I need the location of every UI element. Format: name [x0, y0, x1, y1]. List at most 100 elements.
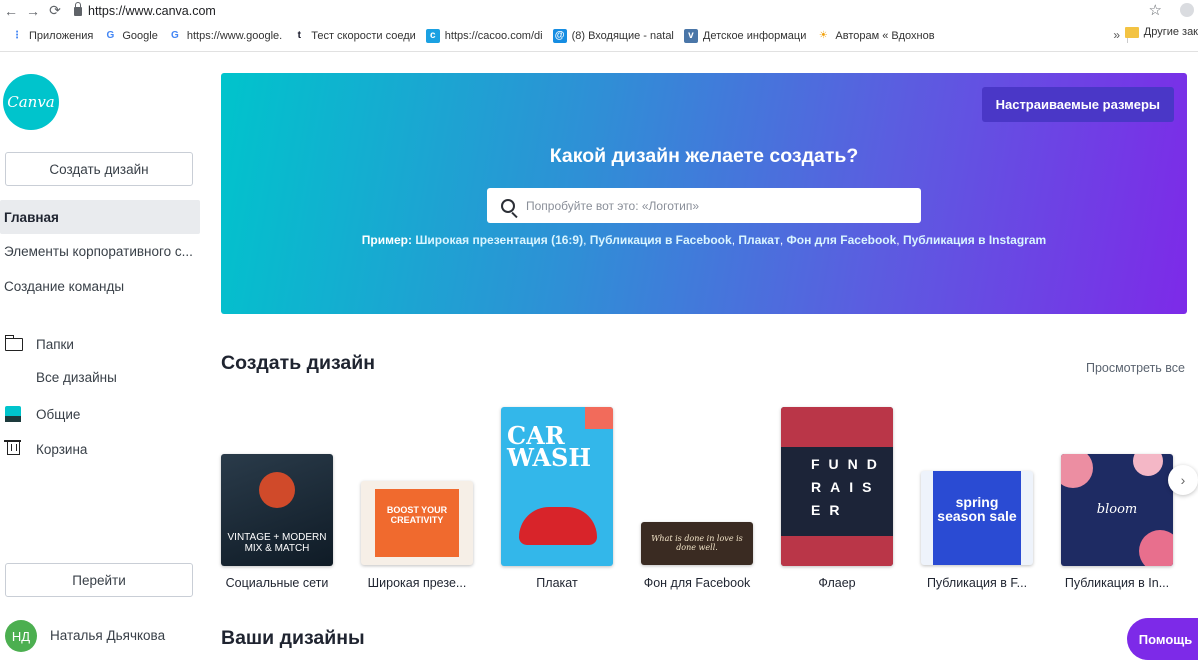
- reload-icon[interactable]: ⟳: [44, 2, 66, 19]
- sun-icon: ☀: [816, 29, 831, 43]
- speedtest-icon: t: [292, 29, 307, 43]
- examples-label: Пример:: [361, 233, 413, 247]
- cacoo-icon: c: [425, 29, 440, 43]
- sidebar-item-folders[interactable]: Папки: [0, 335, 200, 353]
- bookmark-label: Тест скорости соеди: [311, 30, 416, 42]
- sidebar-item-label: Главная: [4, 209, 59, 225]
- goto-button[interactable]: Перейти: [5, 563, 193, 597]
- apps-grid-icon: ⋮: [10, 29, 24, 43]
- help-button[interactable]: Помощь: [1127, 618, 1198, 660]
- search-box[interactable]: [487, 188, 921, 223]
- bookmark-apps[interactable]: ⋮ Приложения: [10, 29, 93, 43]
- template-thumb-presentation[interactable]: BOOST YOUR CREATIVITY: [361, 481, 473, 565]
- template-label[interactable]: Публикация в In...: [1061, 576, 1173, 590]
- thumb-text: FUND RAIS ER: [811, 456, 886, 518]
- sidebar-item-shared[interactable]: Общие: [0, 405, 200, 423]
- example-link-facebook-post[interactable]: Публикация в Facebook: [590, 233, 732, 247]
- bookmark-google-url[interactable]: G https://www.google.: [167, 29, 283, 43]
- bookmark-google[interactable]: G Google: [103, 29, 158, 43]
- bookmark-label: (8) Входящие - natal: [571, 30, 674, 42]
- create-design-button[interactable]: Создать дизайн: [5, 152, 193, 186]
- sidebar-item-brand[interactable]: Элементы корпоративного с...: [0, 244, 200, 259]
- thumb-decoration: [781, 536, 893, 566]
- google-icon: G: [167, 29, 182, 43]
- avatar[interactable]: НД: [5, 620, 37, 652]
- carousel-next-button[interactable]: ›: [1168, 465, 1198, 495]
- bookmarks-more-button[interactable]: »: [1113, 28, 1120, 42]
- thumb-text: BOOST YOUR CREATIVITY: [375, 489, 459, 557]
- profile-icon[interactable]: [1180, 3, 1194, 17]
- flower-decoration: [1139, 530, 1173, 566]
- thumb-text: bloom: [1096, 502, 1138, 517]
- address-bar[interactable]: https://www.canva.com: [88, 4, 216, 18]
- example-link-instagram-post[interactable]: Публикация в Instagram: [903, 233, 1046, 247]
- thumb-decoration: [259, 472, 295, 508]
- template-thumb-social[interactable]: VINTAGE + MODERN MIX & MATCH: [221, 454, 333, 566]
- template-label[interactable]: Публикация в F...: [921, 576, 1033, 590]
- template-thumb-instagram-post[interactable]: bloom: [1061, 454, 1173, 566]
- example-link-facebook-cover[interactable]: Фон для Facebook: [787, 233, 897, 247]
- sidebar-item-home[interactable]: Главная: [0, 200, 200, 234]
- user-name[interactable]: Наталья Дьячкова: [50, 628, 165, 643]
- thumb-text: spring season sale: [933, 471, 1021, 565]
- template-thumb-poster[interactable]: CAR WASH: [501, 407, 613, 566]
- sidebar-item-team[interactable]: Создание команды: [0, 279, 200, 294]
- template-thumb-facebook-post[interactable]: spring season sale: [921, 471, 1033, 565]
- forward-arrow-icon[interactable]: →: [22, 3, 44, 19]
- template-label[interactable]: Социальные сети: [221, 576, 333, 590]
- bookmark-cacoo[interactable]: c https://cacoo.com/di: [425, 29, 543, 43]
- car-illustration: [519, 507, 597, 545]
- thumb-text: What is done in love is done well.: [651, 534, 743, 552]
- hero-title: Какой дизайн желаете создать?: [549, 145, 859, 167]
- sidebar-item-label: Общие: [36, 406, 81, 422]
- bookmark-label: Авторам « Вдохнов: [835, 30, 935, 42]
- example-link-presentation[interactable]: Широкая презентация (16:9): [415, 233, 583, 247]
- sidebar-item-label: Создание команды: [4, 279, 125, 294]
- template-thumb-flyer[interactable]: FUND RAIS ER: [781, 407, 893, 566]
- example-link-poster[interactable]: Плакат: [738, 233, 779, 247]
- thumb-text: VINTAGE + MODERN MIX & MATCH: [227, 532, 327, 554]
- other-bookmarks[interactable]: Другие зак: [1124, 26, 1198, 38]
- bookmark-star-icon[interactable]: ☆: [1149, 1, 1162, 19]
- bookmark-label: Приложения: [29, 30, 94, 42]
- search-icon: [501, 198, 515, 213]
- thumb-text: CAR WASH: [507, 421, 592, 472]
- sidebar-item-label: Все дизайны: [36, 370, 117, 385]
- search-examples: Пример: Широкая презентация (16:9), Публ…: [361, 233, 1047, 247]
- flower-decoration: [1061, 454, 1093, 488]
- bookmark-authors[interactable]: ☀ Авторам « Вдохнов: [816, 29, 935, 43]
- bookmark-label: https://www.google.: [186, 30, 283, 42]
- template-label[interactable]: Плакат: [501, 576, 613, 590]
- bookmark-speedtest[interactable]: t Тест скорости соеди: [292, 29, 416, 43]
- sidebar-item-all-designs[interactable]: Все дизайны: [0, 370, 200, 385]
- bookmark-mail[interactable]: @ (8) Входящие - natal: [552, 29, 674, 43]
- back-arrow-icon[interactable]: ←: [0, 3, 22, 19]
- template-label[interactable]: Широкая презе...: [361, 576, 473, 590]
- bookmark-label: Детское информаци: [702, 30, 807, 42]
- trash-icon: [4, 440, 24, 458]
- sidebar-item-trash[interactable]: Корзина: [0, 440, 200, 458]
- canva-logo[interactable]: Canva: [3, 74, 59, 130]
- view-all-link[interactable]: Просмотреть все: [1086, 361, 1185, 375]
- create-section-title: Создать дизайн: [221, 352, 376, 374]
- bookmark-label: Google: [122, 30, 158, 42]
- template-label[interactable]: Флаер: [781, 576, 893, 590]
- template-thumb-facebook-cover[interactable]: What is done in love is done well.: [641, 522, 753, 565]
- sidebar-item-label: Элементы корпоративного с...: [4, 244, 193, 259]
- mail-icon: @: [552, 29, 567, 43]
- folder-icon: [4, 335, 24, 353]
- browser-toolbar: ← → ⟳ https://www.canva.com ☆: [0, 0, 1198, 21]
- template-label[interactable]: Фон для Facebook: [641, 576, 753, 590]
- flower-decoration: [1133, 454, 1163, 476]
- google-icon: G: [103, 29, 118, 43]
- chevron-right-icon: ›: [1180, 472, 1186, 488]
- sidebar-item-label: Папки: [36, 336, 74, 352]
- thumb-decoration: [781, 407, 893, 447]
- other-bookmarks-label: Другие зак: [1143, 26, 1198, 38]
- search-input[interactable]: [524, 197, 908, 214]
- custom-size-button[interactable]: Настраиваемые размеры: [981, 87, 1174, 122]
- bookmark-label: https://cacoo.com/di: [444, 30, 543, 42]
- bookmark-vk[interactable]: v Детское информаци: [683, 29, 807, 43]
- folder-icon: [1124, 26, 1139, 38]
- vk-icon: v: [683, 29, 698, 43]
